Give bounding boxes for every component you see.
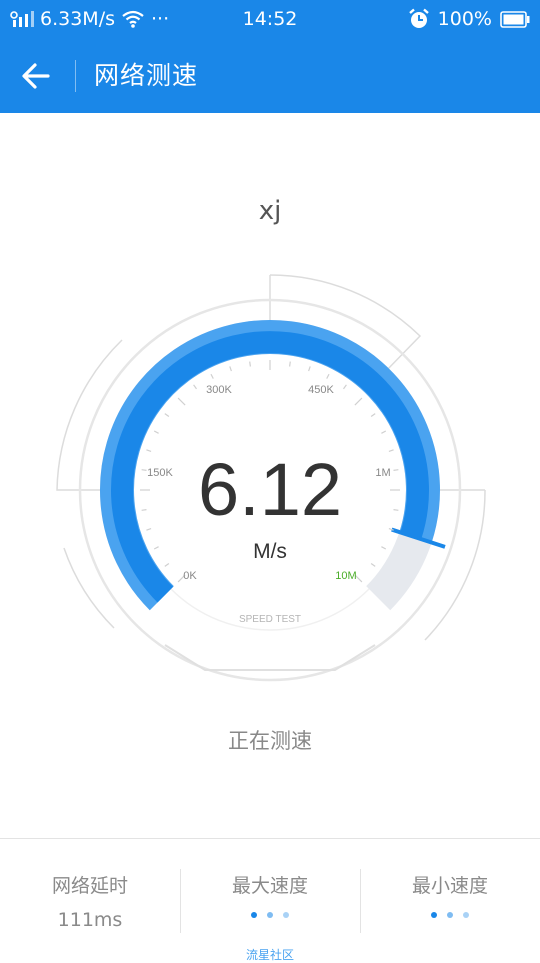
loading-dot [463,912,469,918]
gauge-tick [289,361,291,367]
min-speed-stat: 最小速度 [360,839,540,961]
gauge-tick [393,509,399,511]
gauge-tick [141,509,147,511]
latency-value: 111ms [57,909,123,931]
speed-value: 6.12 [198,448,342,531]
gauge-tick [370,413,376,417]
tick-label-10m: 10M [335,570,356,582]
test-status: 正在测速 [228,729,312,753]
gauge-tick [308,366,311,372]
gauge-tick [370,563,376,567]
gauge-tick [164,563,170,567]
loading-dot [447,912,453,918]
page-title: 网络测速 [94,61,199,90]
title-divider [75,60,76,92]
min-speed-loading-dots [360,912,540,918]
gauge-tick [354,397,363,406]
gauge-tick [326,373,330,379]
gauge-tick [153,546,159,550]
title-bar: 网络测速 [0,38,540,113]
gauge-tick [164,413,170,417]
gauge-tick [193,384,197,390]
battery-icon [500,10,530,28]
tick-label-450k: 450K [308,384,334,396]
status-bar: 6.33M/s ··· 14:52 100% [0,0,540,38]
tick-label-1m: 1M [375,467,390,479]
tick-label-0k: 0K [183,570,197,582]
speed-test-caption: SPEED TEST [239,614,301,625]
status-right: 100% [408,0,530,38]
max-speed-label: 最大速度 [231,875,308,897]
loading-dot [267,912,273,918]
network-name: xj [258,196,282,226]
gauge-tick [381,430,387,434]
back-arrow-icon[interactable] [18,58,54,94]
max-speed-stat: 最大速度 [180,839,360,961]
gauge-tick [249,361,251,367]
latency-stat: 网络延时 111ms [0,839,180,961]
gauge-tick [393,469,399,471]
loading-dot [283,912,289,918]
battery-percent: 100% [437,8,492,30]
speed-gauge: 0K 150K 300K 450K 1M 10M 6.12 M/s SPEED … [56,274,486,682]
watermark-text: 流星社区 [245,948,294,962]
speed-unit: M/s [253,540,287,563]
gauge-tick [210,373,214,379]
loading-dot [251,912,257,918]
stats-panel: 网络延时 111ms 最大速度 最小速度 [0,838,540,961]
gauge-tick [388,449,394,452]
min-speed-label: 最小速度 [411,875,488,897]
gauge-tick [146,528,152,531]
latency-label: 网络延时 [51,875,128,897]
gauge-tick [343,384,347,390]
tick-label-300k: 300K [206,384,232,396]
gauge-tick [229,366,232,372]
gauge-tick [146,449,152,452]
gauge-tick [177,397,186,406]
alarm-icon [408,8,429,28]
max-speed-loading-dots [180,912,360,918]
loading-dot [431,912,437,918]
gauge-tick [153,430,159,434]
gauge-tick [141,469,147,471]
tick-label-150k: 150K [147,467,173,479]
gauge-tick [381,546,387,550]
